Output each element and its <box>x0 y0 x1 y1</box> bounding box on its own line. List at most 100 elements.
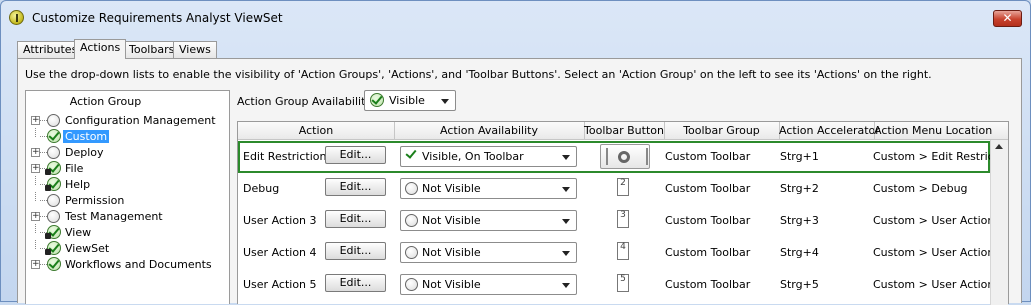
tree-connector <box>40 152 47 153</box>
action-name: User Action 5 <box>243 278 317 291</box>
toolbar-button-2-icon[interactable]: 2 <box>617 178 629 196</box>
vertical-scrollbar[interactable] <box>990 140 1008 305</box>
lock-icon <box>45 185 51 191</box>
lock-icon <box>45 233 51 239</box>
tab-views[interactable]: Views <box>173 41 217 58</box>
column-header-menu-location[interactable]: Action Menu Location <box>874 124 992 137</box>
table-row[interactable]: User Action 5 Edit... Not Visible 5 Custom T… <box>238 269 1005 301</box>
tree-connector <box>35 128 36 137</box>
table-row[interactable]: User Action 3 Edit... Not Visible 3 Custom T… <box>238 205 1005 237</box>
tree-connector <box>40 200 47 201</box>
availability-select[interactable]: Visible <box>364 90 456 111</box>
tree-item[interactable]: ViewSet <box>26 240 229 257</box>
expand-plus-icon[interactable]: + <box>31 164 40 173</box>
edit-button[interactable]: Edit... <box>325 178 386 196</box>
availability-dropdown[interactable]: Not Visible <box>400 242 577 263</box>
chevron-down-icon <box>562 155 570 160</box>
column-header-availability[interactable]: Action Availability <box>394 124 584 137</box>
action-group-tree: Action Group + Configuration Management Cu… <box>25 90 230 304</box>
lock-icon <box>45 249 51 255</box>
tab-actions[interactable]: Actions <box>74 39 127 59</box>
toolbar-button-number: 2 <box>620 178 626 188</box>
tree-item[interactable]: + Deploy <box>26 145 229 161</box>
tree-item[interactable]: + File <box>26 161 229 177</box>
edit-button[interactable]: Edit... <box>325 274 386 292</box>
tree-connector <box>40 136 47 137</box>
expand-plus-icon[interactable]: + <box>31 116 40 125</box>
action-accelerator: Strg+1 <box>780 150 819 163</box>
toolbar-button-5-icon[interactable]: 5 <box>617 274 629 292</box>
not-visible-radio-icon <box>47 114 60 127</box>
tree-item-label: Workflows and Documents <box>65 258 212 271</box>
tree-item[interactable]: + Test Management <box>26 209 229 225</box>
chevron-down-icon <box>562 283 570 288</box>
edit-button[interactable]: Edit... <box>325 242 386 260</box>
visible-on-toolbar-icon <box>405 149 418 162</box>
column-header-action[interactable]: Action <box>238 124 394 137</box>
close-button[interactable]: ✕ <box>993 10 1022 27</box>
availability-dropdown[interactable]: Not Visible <box>400 274 577 295</box>
table-row[interactable]: User Action 4 Edit... Not Visible 4 Custom T… <box>238 237 1005 269</box>
not-visible-radio-icon <box>405 214 418 227</box>
window-title: Customize Requirements Analyst ViewSet <box>32 11 283 25</box>
dialog-window: Customize Requirements Analyst ViewSet ✕… <box>0 0 1031 305</box>
action-accelerator: Strg+5 <box>780 278 819 291</box>
chevron-down-icon <box>562 219 570 224</box>
toolbar-button-number: 4 <box>620 242 626 252</box>
toolbar-group: Custom Toolbar <box>665 150 751 163</box>
not-visible-radio-icon <box>405 278 418 291</box>
expand-plus-icon[interactable]: + <box>31 260 40 269</box>
tree-item-label: Help <box>65 178 91 191</box>
edit-button[interactable]: Edit... <box>325 210 386 228</box>
scroll-up-arrow-icon[interactable] <box>995 144 1003 149</box>
toolbar-button-number: 5 <box>620 274 626 284</box>
tree-item[interactable]: Help <box>26 176 229 193</box>
expand-plus-icon[interactable]: + <box>31 148 40 157</box>
expand-plus-icon[interactable]: + <box>31 212 40 221</box>
action-name: Edit Restriction <box>243 150 327 163</box>
menu-location: Custom > Debug <box>873 182 968 195</box>
menu-location: Custom > User Action 4 <box>873 246 1005 259</box>
action-name: User Action 4 <box>243 246 317 259</box>
tree-connector <box>35 192 36 201</box>
actions-panel: Use the drop-down lists to enable the vi… <box>17 58 1022 305</box>
availability-dropdown[interactable]: Not Visible <box>400 178 577 199</box>
column-header-toolbar-button[interactable]: Toolbar Button <box>584 124 664 137</box>
availability-dropdown[interactable]: Not Visible <box>400 210 577 231</box>
instructions-text: Use the drop-down lists to enable the vi… <box>25 68 932 81</box>
column-header-toolbar-group[interactable]: Toolbar Group <box>664 124 779 137</box>
table-row[interactable]: Debug Edit... Not Visible 2 Custom Toolbar St… <box>238 173 990 205</box>
not-visible-radio-icon <box>47 210 60 223</box>
tree-item[interactable]: Custom <box>26 128 229 145</box>
toolbar-group: Custom Toolbar <box>665 278 751 291</box>
column-header-accelerator[interactable]: Action Accelerator <box>779 124 880 137</box>
toolbar-button-4-icon[interactable]: 4 <box>617 242 629 260</box>
tree-item-label: Deploy <box>65 146 104 159</box>
toolbar-button-3-icon[interactable]: 3 <box>617 210 629 228</box>
tree-item[interactable]: Permission <box>26 192 229 209</box>
chevron-down-icon <box>562 251 570 256</box>
not-visible-radio-icon <box>405 182 418 195</box>
tab-toolbars[interactable]: Toolbars <box>123 41 181 58</box>
toolbar-button-big-icon[interactable] <box>600 144 650 169</box>
availability-dropdown[interactable]: Visible, On Toolbar <box>400 146 577 167</box>
toolbar-group: Custom Toolbar <box>665 182 751 195</box>
availability-label: Action Group Availability: <box>237 95 375 108</box>
action-group-header-label: Action Group <box>69 95 142 108</box>
action-accelerator: Strg+2 <box>780 182 819 195</box>
tree-connector <box>35 176 36 185</box>
grid-header: Action Action Availability Toolbar Butto… <box>238 122 1008 140</box>
tree-item[interactable]: + Workflows and Documents <box>26 257 229 273</box>
action-name: User Action 3 <box>243 214 317 227</box>
tree-item-label: ViewSet <box>65 242 110 255</box>
title-bar[interactable]: Customize Requirements Analyst ViewSet ✕ <box>1 1 1030 35</box>
tree-item-label: File <box>65 162 84 175</box>
availability-value: Not Visible <box>422 278 481 291</box>
edit-button[interactable]: Edit... <box>325 146 386 164</box>
tree-item-label: Configuration Management <box>65 114 216 127</box>
tree-item[interactable]: View <box>26 224 229 241</box>
tree-connector <box>40 120 47 121</box>
tree-item[interactable]: + Configuration Management <box>26 113 229 129</box>
toolbar-group: Custom Toolbar <box>665 214 751 227</box>
table-row[interactable]: Edit Restriction Edit... Visible, On Toolb… <box>238 141 1004 173</box>
